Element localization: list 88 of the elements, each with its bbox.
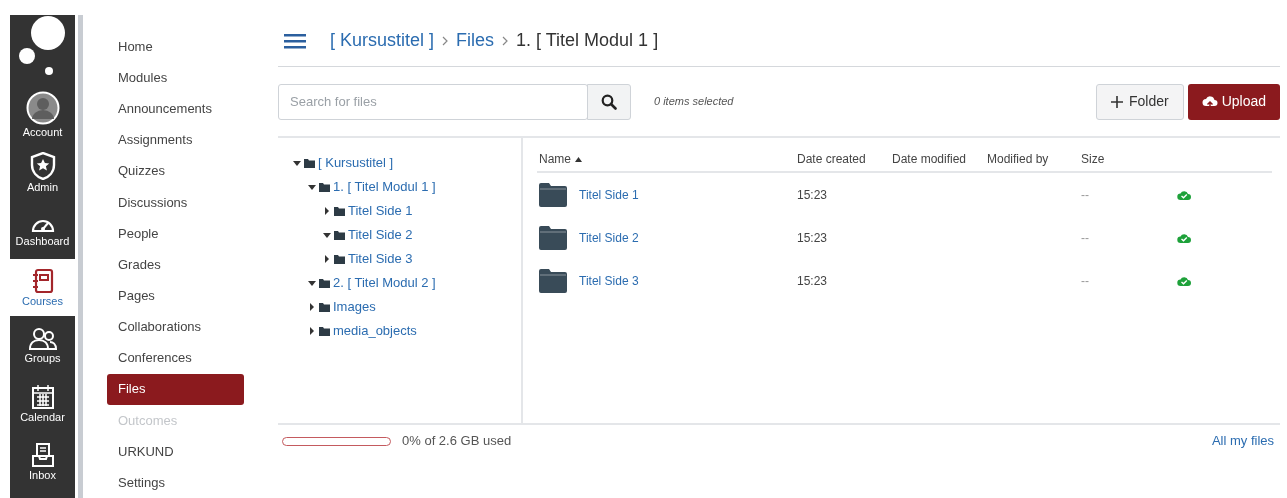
course-nav-link[interactable]: Announcements: [107, 93, 244, 125]
course-nav-link[interactable]: URKUND: [107, 435, 244, 467]
nav-calendar-item[interactable]: Calendar: [10, 374, 75, 432]
folder-icon: [319, 182, 330, 192]
selection-count: 0 items selected: [654, 94, 734, 110]
caret-right-icon[interactable]: [308, 303, 316, 311]
nav-avatar-item[interactable]: Account: [10, 85, 75, 143]
chevron-icon: [442, 35, 449, 46]
caret-right-icon[interactable]: [323, 207, 331, 215]
all-my-files-link[interactable]: All my files: [1211, 431, 1274, 451]
column-header[interactable]: Name: [539, 150, 571, 168]
course-nav-link[interactable]: Grades: [107, 249, 244, 281]
table-cell: 15:23: [797, 187, 828, 202]
caret-down-icon[interactable]: [323, 231, 331, 239]
folder-icon: [334, 230, 345, 240]
nav-inbox-item[interactable]: Inbox: [10, 432, 75, 490]
menu-icon[interactable]: [284, 32, 306, 49]
avatar-icon: [25, 90, 60, 125]
column-header[interactable]: Modified by: [987, 150, 1049, 168]
folder-tree-link[interactable]: media_objects: [333, 321, 417, 341]
nav-gauge-item[interactable]: Dashboard: [10, 201, 75, 259]
cloud-upload-icon: [1201, 95, 1218, 108]
caret-down-icon[interactable]: [293, 159, 301, 167]
breadcrumb-link[interactable]: [ Kursustitel ]: [330, 27, 435, 54]
published-cloud-icon[interactable]: [1177, 189, 1191, 200]
course-nav-link[interactable]: Pages: [107, 280, 244, 312]
notebook-icon: [30, 268, 55, 294]
folder-icon: [334, 206, 345, 216]
column-header[interactable]: Date created: [797, 150, 866, 168]
published-cloud-icon[interactable]: [1177, 275, 1191, 286]
caret-right-icon[interactable]: [308, 327, 316, 335]
add-folder-button[interactable]: Folder: [1095, 83, 1184, 120]
nav-people-item[interactable]: Groups: [10, 316, 75, 374]
file-name-link[interactable]: Titel Side 2: [579, 228, 639, 247]
folder-icon: [319, 302, 330, 312]
folder-tree-link[interactable]: Titel Side 2: [348, 225, 413, 245]
column-header[interactable]: Date modified: [892, 150, 967, 168]
table-cell: --: [1081, 273, 1089, 288]
folder-icon: [334, 254, 345, 264]
people-icon: [27, 326, 58, 351]
folder-icon: [319, 278, 330, 288]
nav-notebook-item[interactable]: Courses: [10, 259, 75, 316]
caret-down-icon[interactable]: [308, 279, 316, 287]
folder-tree-link[interactable]: [ Kursustitel ]: [318, 153, 394, 173]
course-nav-link[interactable]: Files: [107, 373, 244, 405]
course-nav-link[interactable]: Home: [107, 31, 244, 63]
course-nav-link[interactable]: Settings: [107, 466, 244, 498]
storage-usage-text: 0% of 2.6 GB used: [402, 432, 512, 451]
table-cell: --: [1081, 230, 1089, 245]
published-cloud-icon[interactable]: [1177, 232, 1191, 243]
logo-icon[interactable]: [17, 15, 68, 77]
folder-icon: [319, 326, 330, 336]
course-nav-link[interactable]: Quizzes: [107, 155, 244, 187]
shield-star-icon: [29, 151, 56, 180]
caret-right-icon[interactable]: [323, 255, 331, 263]
calendar-icon: [30, 383, 55, 410]
course-nav-link[interactable]: Collaborations: [107, 311, 244, 343]
table-cell: 15:23: [797, 273, 828, 288]
folder-icon: [304, 158, 315, 168]
course-nav-link[interactable]: Assignments: [107, 124, 244, 156]
folder-tree-link[interactable]: Images: [333, 297, 376, 317]
course-nav-link[interactable]: Discussions: [107, 186, 244, 218]
course-nav-link[interactable]: People: [107, 217, 244, 249]
caret-down-icon[interactable]: [308, 183, 316, 191]
search-button[interactable]: [587, 83, 631, 120]
search-field[interactable]: Search for files: [278, 83, 588, 120]
upload-button[interactable]: Upload: [1187, 83, 1280, 120]
table-cell: --: [1081, 187, 1089, 202]
plus-icon: [1110, 95, 1123, 108]
course-nav-link[interactable]: Conferences: [107, 342, 244, 374]
search-icon: [601, 93, 617, 110]
sort-ascending-icon: [575, 156, 582, 162]
file-name-link[interactable]: Titel Side 1: [579, 185, 639, 204]
folder-icon: [539, 225, 567, 250]
inbox-icon: [30, 441, 55, 468]
folder-tree-link[interactable]: 2. [ Titel Modul 2 ]: [333, 273, 436, 293]
table-cell: 15:23: [797, 230, 828, 245]
nav-shield-item[interactable]: Admin: [10, 143, 75, 201]
folder-icon: [539, 182, 567, 207]
column-header[interactable]: Size: [1081, 150, 1105, 168]
course-nav-link[interactable]: Modules: [107, 62, 244, 94]
folder-tree-link[interactable]: Titel Side 3: [348, 249, 413, 269]
breadcrumb-link[interactable]: Files: [456, 27, 495, 54]
chevron-icon: [502, 35, 509, 46]
folder-tree-link[interactable]: 1. [ Titel Modul 1 ]: [333, 177, 436, 197]
folder-icon: [539, 268, 567, 293]
folder-tree-link[interactable]: Titel Side 1: [348, 201, 413, 221]
file-name-link[interactable]: Titel Side 3: [579, 271, 639, 290]
